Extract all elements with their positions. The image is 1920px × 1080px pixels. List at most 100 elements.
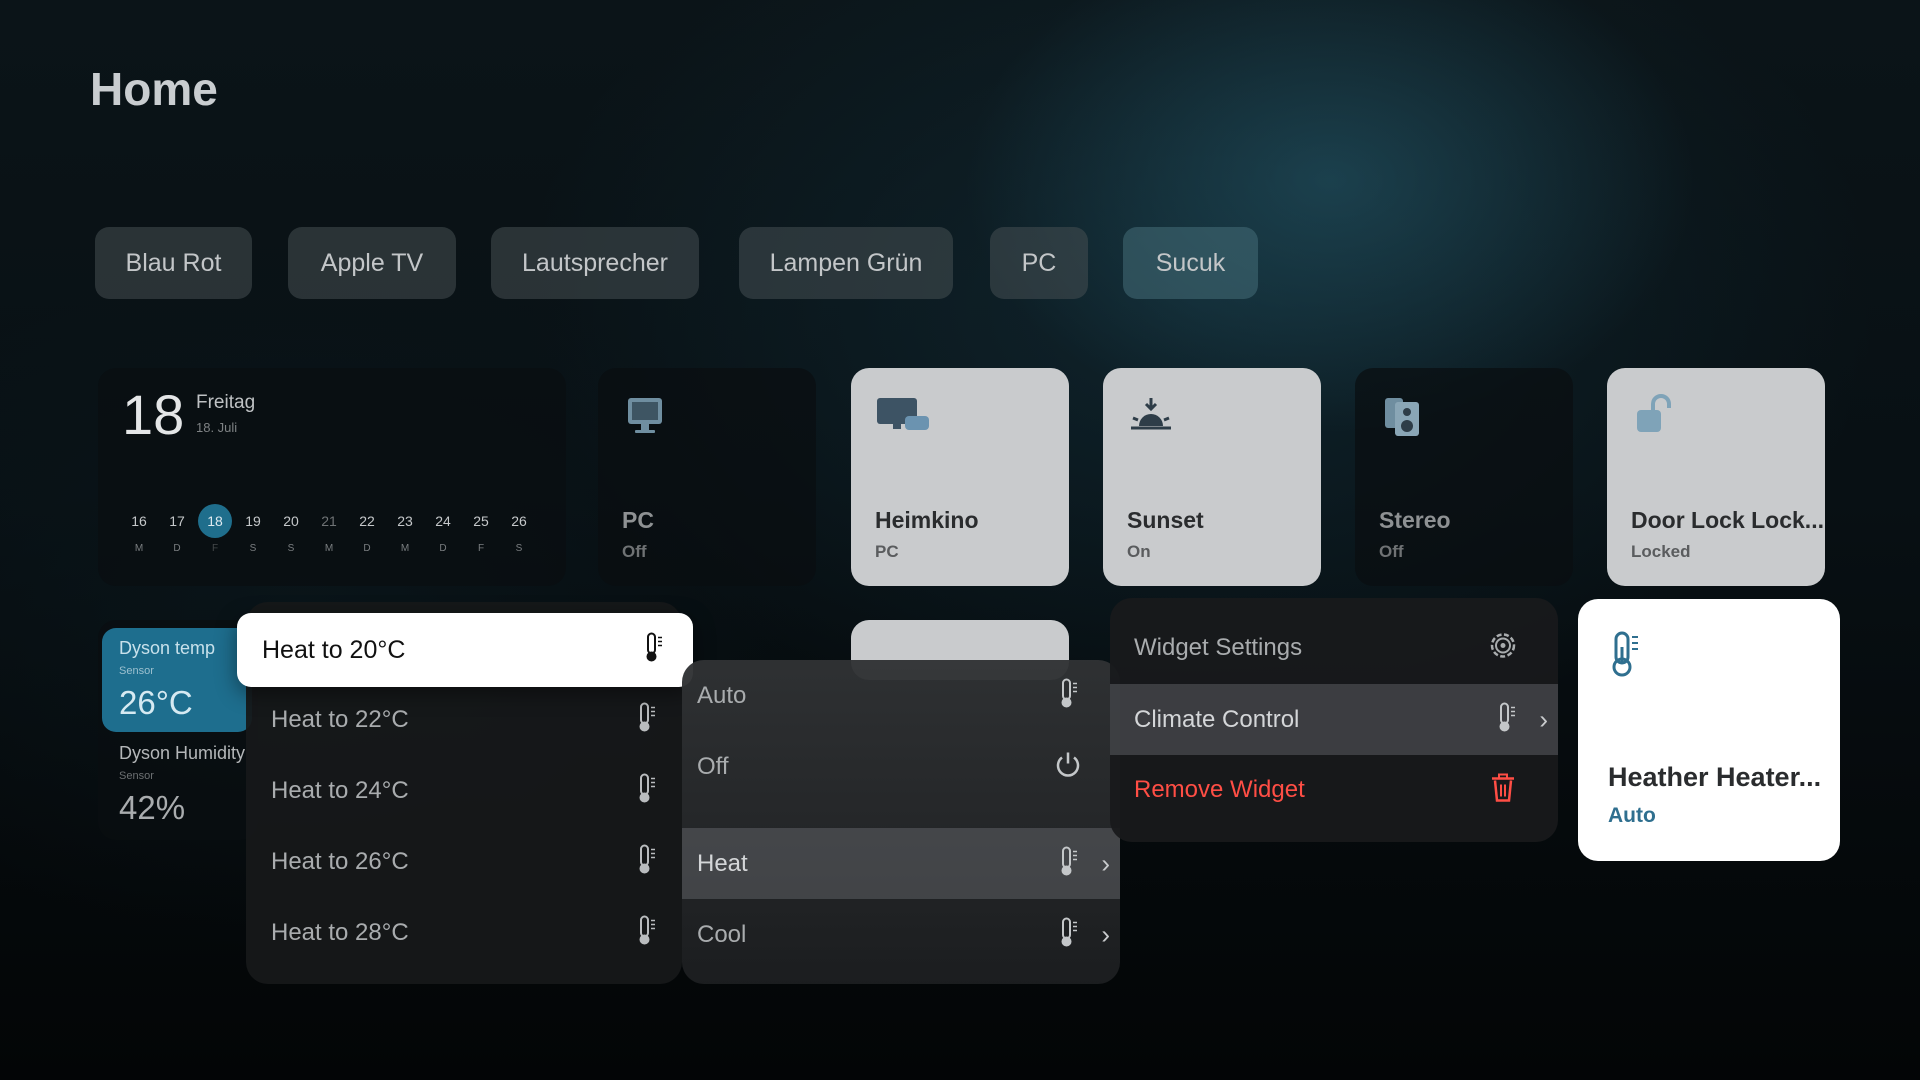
sensor-humidity-sub: Sensor xyxy=(119,770,154,782)
menu-item-label: Heat xyxy=(697,849,748,877)
mode-menu: Auto Off Heat › Cool › xyxy=(682,660,1120,984)
menu-item-label: Auto xyxy=(697,681,747,709)
menu-item-label: Climate Control xyxy=(1134,705,1300,733)
calendar-day-num: 25 xyxy=(473,513,489,529)
scene-chip-sucuk[interactable]: Sucuk xyxy=(1123,227,1258,299)
tile-heimkino-name: Heimkino xyxy=(875,507,979,533)
scene-chip-pc[interactable]: PC xyxy=(990,227,1088,299)
calendar-day: 21 M xyxy=(312,504,346,554)
sensor-temp-sub: Sensor xyxy=(119,665,154,677)
tile-door-lock[interactable]: Door Lock Lock... Locked xyxy=(1607,368,1825,586)
sunset-icon xyxy=(1127,394,1175,438)
thermometer-icon xyxy=(636,701,656,738)
calendar-day-letter: S xyxy=(287,543,295,554)
calendar-day-letter: M xyxy=(400,543,410,554)
power-icon xyxy=(1054,750,1082,783)
menu-item-climate-control[interactable]: Climate Control › xyxy=(1110,684,1558,755)
tile-heater-name: Heather Heater... xyxy=(1608,762,1822,792)
menu-item-label: Widget Settings xyxy=(1134,633,1303,661)
calendar-day-letter: D xyxy=(173,543,181,554)
tile-pc-status: Off xyxy=(622,542,647,561)
calendar-day-number: 18 xyxy=(122,383,185,446)
calendar-day-num: 21 xyxy=(321,513,337,529)
calendar-day: 23 M xyxy=(388,504,422,554)
calendar-date: 18. Juli xyxy=(196,420,238,435)
tile-stereo[interactable]: Stereo Off xyxy=(1355,368,1573,586)
menu-item-remove-widget[interactable]: Remove Widget xyxy=(1110,754,1558,825)
tile-heimkino[interactable]: Heimkino PC xyxy=(851,368,1069,586)
calendar-day-num: 18 xyxy=(198,504,232,538)
calendar-day: 26 S xyxy=(502,504,536,554)
monitor-icon xyxy=(622,394,670,438)
menu-item-auto[interactable]: Auto xyxy=(682,660,1120,731)
tile-heater[interactable]: Heather Heater... Auto xyxy=(1578,599,1840,861)
chevron-right-icon: › xyxy=(1101,919,1110,949)
thermometer-icon xyxy=(1058,916,1078,953)
menu-item-label: Off xyxy=(697,752,729,780)
calendar-day-letter: M xyxy=(134,543,144,554)
calendar-day-letter: S xyxy=(515,543,523,554)
tile-door-lock-name: Door Lock Lock... xyxy=(1631,507,1824,533)
sensor-temp-name: Dyson temp xyxy=(119,638,216,658)
calendar-day-letter: F xyxy=(477,543,485,554)
tile-stereo-name: Stereo xyxy=(1379,507,1451,533)
menu-item-heat-24[interactable]: Heat to 24°C xyxy=(246,755,682,826)
thermometer-icon xyxy=(636,772,656,809)
calendar-day: 22 D xyxy=(350,504,384,554)
page-title: Home xyxy=(90,63,218,115)
scene-chip-lampen-gruen[interactable]: Lampen Grün xyxy=(739,227,953,299)
chevron-right-icon: › xyxy=(1101,848,1110,878)
menu-item-heat-22[interactable]: Heat to 22°C xyxy=(246,684,682,755)
tile-pc[interactable]: PC Off xyxy=(598,368,816,586)
tile-pc-name: PC xyxy=(622,507,654,533)
calendar-day-letter: M xyxy=(324,543,334,554)
menu-item-widget-settings[interactable]: Widget Settings xyxy=(1110,612,1558,683)
calendar-day-letter: D xyxy=(439,543,447,554)
calendar-day: 25 F xyxy=(464,504,498,554)
thermometer-icon xyxy=(1058,677,1078,714)
calendar-day-letter: S xyxy=(249,543,257,554)
speaker-icon xyxy=(1379,394,1427,438)
calendar-day-num: 16 xyxy=(131,513,147,529)
calendar-day-today: 18 F xyxy=(198,504,232,554)
padlock-icon xyxy=(1631,394,1679,438)
scene-chip-lautsprecher[interactable]: Lautsprecher xyxy=(491,227,699,299)
menu-item-label: Heat to 26°C xyxy=(271,847,409,875)
menu-item-off[interactable]: Off xyxy=(682,731,1120,802)
tile-stereo-status: Off xyxy=(1379,542,1404,561)
calendar-day: 16 M xyxy=(122,504,156,554)
menu-item-label: Heat to 22°C xyxy=(271,705,409,733)
thermometer-icon xyxy=(636,914,656,951)
calendar-day: 24 D xyxy=(426,504,460,554)
chevron-right-icon: › xyxy=(1539,704,1548,734)
thermometer-icon xyxy=(1608,629,1642,684)
calendar-day-num: 22 xyxy=(359,513,375,529)
menu-item-heat-20-selected[interactable]: Heat to 20°C xyxy=(237,613,693,687)
menu-item-label: Remove Widget xyxy=(1134,775,1305,803)
menu-item-cool[interactable]: Cool › xyxy=(682,899,1120,970)
menu-item-heat[interactable]: Heat › xyxy=(682,828,1120,899)
trash-icon xyxy=(1490,772,1516,807)
calendar-day-num: 17 xyxy=(169,513,185,529)
scene-chip-blau-rot[interactable]: Blau Rot xyxy=(95,227,252,299)
calendar-day-num: 26 xyxy=(511,513,527,529)
monitor-devices-icon xyxy=(875,394,929,438)
calendar-day-letter: D xyxy=(363,543,371,554)
tile-sunset[interactable]: Sunset On xyxy=(1103,368,1321,586)
thermometer-icon xyxy=(636,843,656,880)
calendar-day-letter: F xyxy=(211,543,219,554)
sensor-temp-value: 26°C xyxy=(119,684,193,721)
tile-door-lock-status: Locked xyxy=(1631,542,1691,561)
thermometer-icon xyxy=(1058,845,1078,882)
calendar-week-strip: 16 M 17 D 18 F 19 S 20 S 21 M 22 D 23 M 24 D 25 F … xyxy=(122,504,542,564)
tile-sunset-name: Sunset xyxy=(1127,507,1204,533)
menu-item-heat-26[interactable]: Heat to 26°C xyxy=(246,826,682,897)
widget-context-menu: Widget Settings Climate Control › Remove… xyxy=(1110,598,1558,842)
calendar-day-num: 19 xyxy=(245,513,261,529)
calendar-weekday: Freitag xyxy=(196,392,256,413)
gear-icon xyxy=(1488,630,1518,665)
scene-chip-apple-tv[interactable]: Apple TV xyxy=(288,227,456,299)
thermometer-icon xyxy=(643,632,663,669)
calendar-day: 19 S xyxy=(236,504,270,554)
menu-item-heat-28[interactable]: Heat to 28°C xyxy=(246,897,682,968)
